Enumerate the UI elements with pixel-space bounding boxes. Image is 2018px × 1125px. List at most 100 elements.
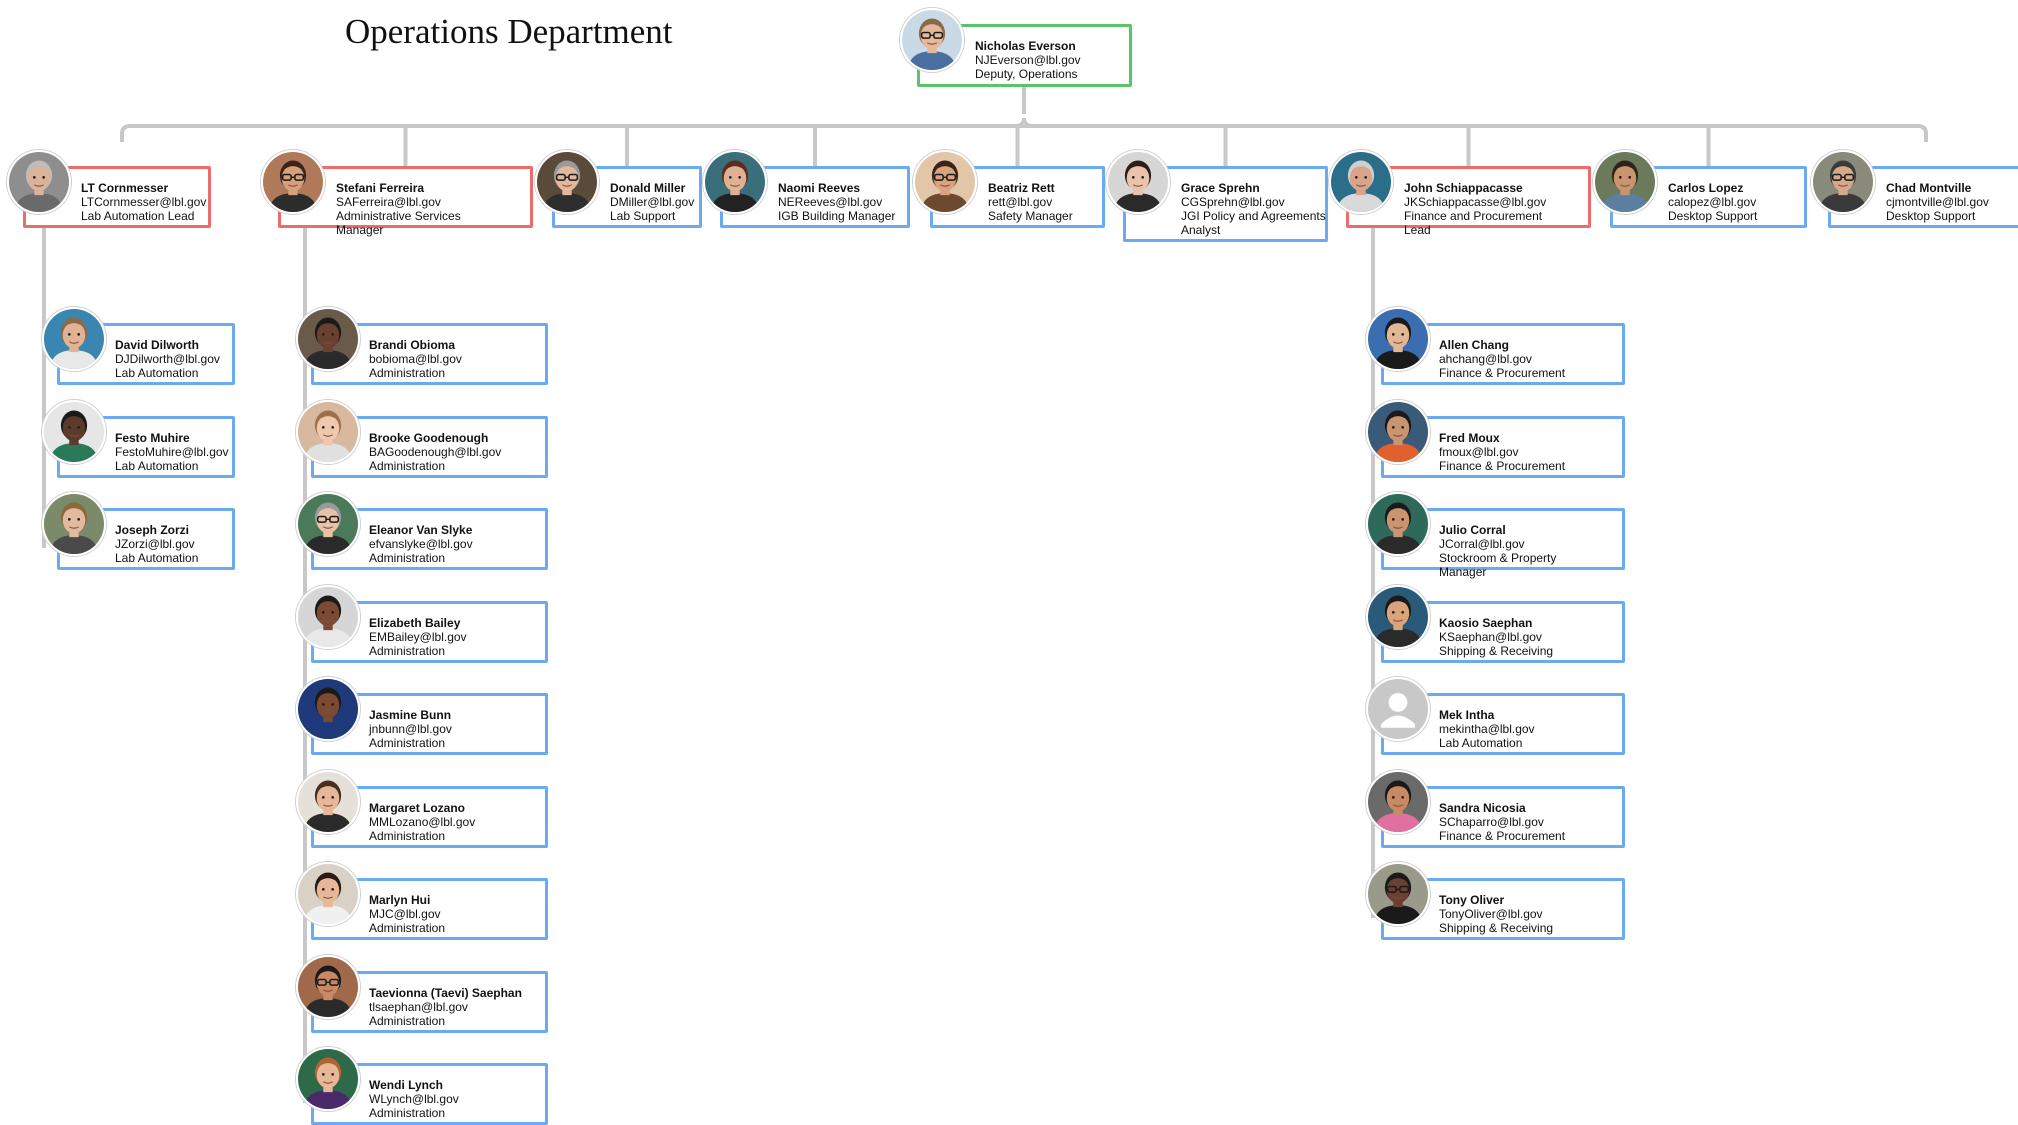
avatar-donald-miller: [535, 150, 599, 214]
person-name: Naomi Reeves: [778, 181, 861, 195]
person-email[interactable]: jnbunn@lbl.gov: [369, 722, 519, 736]
card-info: Sandra Nicosia SChaparro@lbl.gov Finance &…: [1439, 801, 1589, 843]
card-info: Allen Chang ahchang@lbl.gov Finance & Proc…: [1439, 338, 1589, 380]
person-name: Mek Intha: [1439, 708, 1495, 722]
avatar-nicholas-everson: [900, 8, 964, 72]
person-role: Administration: [369, 458, 446, 473]
person-email[interactable]: JZorzi@lbl.gov: [115, 537, 265, 551]
avatar-stefani-ferreira: [261, 150, 325, 214]
avatar-naomi-reeves: [703, 150, 767, 214]
card-info: Carlos Lopez calopez@lbl.gov Desktop Suppo…: [1668, 181, 1818, 223]
avatar-taevionna-taevi-saephan: [296, 954, 360, 1019]
card-info: Festo Muhire FestoMuhire@lbl.gov Lab Autom…: [115, 431, 265, 473]
person-name: Grace Sprehn: [1181, 181, 1260, 195]
person-email[interactable]: BAGoodenough@lbl.gov: [369, 445, 519, 459]
person-name: Eleanor Van Slyke: [369, 523, 473, 537]
avatar-julio-corral: [1366, 492, 1430, 556]
person-email[interactable]: tlsaephan@lbl.gov: [369, 1000, 522, 1014]
connector-line: [120, 124, 1928, 142]
avatar-beatriz-rett: [913, 150, 977, 214]
person-role: Finance & Procurement: [1439, 828, 1566, 843]
person-role: Administration: [369, 1106, 446, 1120]
person-email[interactable]: fmoux@lbl.gov: [1439, 445, 1589, 459]
card-info: Taevionna (Taevi) Saephan tlsaephan@lbl.g…: [369, 986, 522, 1028]
org-chart: Operations Department Nicholas Everson NJ…: [0, 0, 2018, 1125]
avatar-david-dilworth: [42, 307, 106, 371]
card-info: LT Cornmesser LTCornmesser@lbl.gov Lab Aut…: [81, 181, 231, 223]
person-name: Marlyn Hui: [369, 893, 431, 907]
person-email[interactable]: EMBailey@lbl.gov: [369, 630, 519, 644]
person-name: LT Cornmesser: [81, 181, 169, 195]
avatar-kaosio-saephan: [1366, 584, 1430, 649]
person-name: Taevionna (Taevi) Saephan: [369, 985, 522, 1000]
person-name: Jasmine Bunn: [369, 708, 452, 722]
card-info: Eleanor Van Slyke efvanslyke@lbl.gov Admin…: [369, 523, 519, 565]
person-name: Allen Chang: [1439, 338, 1510, 352]
person-name: Brandi Obioma: [369, 338, 456, 352]
person-email[interactable]: TonyOliver@lbl.gov: [1439, 907, 1589, 921]
person-role: Administrative Services Manager: [336, 209, 461, 237]
avatar-mek-intha: [1366, 677, 1430, 741]
person-email[interactable]: MJC@lbl.gov: [369, 907, 519, 921]
person-role: Desktop Support: [1886, 209, 1976, 223]
person-role: Stockroom & Property Manager: [1439, 551, 1557, 579]
person-email[interactable]: JCorral@lbl.gov: [1439, 537, 1589, 551]
card-info: Marlyn Hui MJC@lbl.gov Administration: [369, 893, 519, 935]
person-name: Joseph Zorzi: [115, 523, 190, 537]
person-role: Administration: [369, 643, 446, 658]
person-email[interactable]: NEReeves@lbl.gov: [778, 195, 928, 209]
person-role: Shipping & Receiving: [1439, 643, 1554, 658]
person-email[interactable]: efvanslyke@lbl.gov: [369, 537, 519, 551]
person-name: Sandra Nicosia: [1439, 800, 1526, 815]
avatar-john-schiappacasse: [1329, 150, 1393, 214]
person-name: Margaret Lozano: [369, 800, 466, 815]
card-info: Wendi Lynch WLynch@lbl.gov Administration: [369, 1078, 519, 1120]
person-email[interactable]: cjmontville@lbl.gov: [1886, 195, 2018, 209]
person-role: Finance and Procurement Lead: [1404, 209, 1543, 237]
card-info: Chad Montville cjmontville@lbl.gov Desktop…: [1886, 181, 2018, 223]
person-role: Lab Automation: [115, 551, 199, 565]
card-info: Jasmine Bunn jnbunn@lbl.gov Administration: [369, 708, 519, 750]
person-email[interactable]: ahchang@lbl.gov: [1439, 352, 1589, 366]
avatar-eleanor-van-slyke: [296, 492, 360, 556]
avatar-brandi-obioma: [296, 307, 360, 371]
person-email[interactable]: JKSchiappacasse@lbl.gov: [1404, 195, 1554, 209]
avatar-grace-sprehn: [1106, 150, 1170, 214]
avatar-fred-moux: [1366, 399, 1430, 464]
card-info: Brooke Goodenough BAGoodenough@lbl.gov Adm…: [369, 431, 519, 473]
person-name: Kaosio Saephan: [1439, 615, 1533, 630]
person-name: Nicholas Everson: [975, 39, 1076, 53]
person-role: Deputy, Operations: [975, 67, 1078, 81]
person-email[interactable]: DJDilworth@lbl.gov: [115, 352, 265, 366]
person-role: Lab Automation: [115, 458, 199, 473]
person-name: Tony Oliver: [1439, 893, 1505, 907]
card-info: Nicholas Everson NJEverson@lbl.gov Deputy,…: [975, 39, 1125, 81]
person-email[interactable]: NJEverson@lbl.gov: [975, 53, 1125, 67]
card-info: John Schiappacasse JKSchiappacasse@lbl.go…: [1404, 181, 1554, 237]
person-role: Finance & Procurement: [1439, 366, 1566, 380]
card-info: Mek Intha mekintha@lbl.gov Lab Automation: [1439, 708, 1589, 750]
card-info: Joseph Zorzi JZorzi@lbl.gov Lab Automation: [115, 523, 265, 565]
avatar-elizabeth-bailey: [296, 584, 360, 649]
card-info: Julio Corral JCorral@lbl.gov Stockroom & P…: [1439, 523, 1589, 579]
person-name: David Dilworth: [115, 338, 200, 352]
person-email[interactable]: calopez@lbl.gov: [1668, 195, 1818, 209]
person-email[interactable]: CGSprehn@lbl.gov: [1181, 195, 1331, 209]
avatar-allen-chang: [1366, 307, 1430, 371]
person-role: JGI Policy and Agreements Analyst: [1181, 209, 1326, 237]
person-email[interactable]: FestoMuhire@lbl.gov: [115, 445, 265, 459]
person-name: Fred Moux: [1439, 430, 1500, 445]
person-email[interactable]: mekintha@lbl.gov: [1439, 722, 1589, 736]
person-email[interactable]: bobioma@lbl.gov: [369, 352, 519, 366]
person-email[interactable]: MMLozano@lbl.gov: [369, 815, 519, 829]
card-info: Fred Moux fmoux@lbl.gov Finance & Procurem…: [1439, 431, 1589, 473]
avatar-carlos-lopez: [1593, 150, 1657, 214]
person-email[interactable]: LTCornmesser@lbl.gov: [81, 195, 231, 209]
person-email[interactable]: KSaephan@lbl.gov: [1439, 630, 1589, 644]
person-role: Administration: [369, 366, 446, 380]
avatar-jasmine-bunn: [296, 677, 360, 741]
person-email[interactable]: SChaparro@lbl.gov: [1439, 815, 1589, 829]
person-email[interactable]: SAFerreira@lbl.gov: [336, 195, 486, 209]
person-role: Administration: [369, 551, 446, 565]
person-email[interactable]: WLynch@lbl.gov: [369, 1092, 519, 1106]
